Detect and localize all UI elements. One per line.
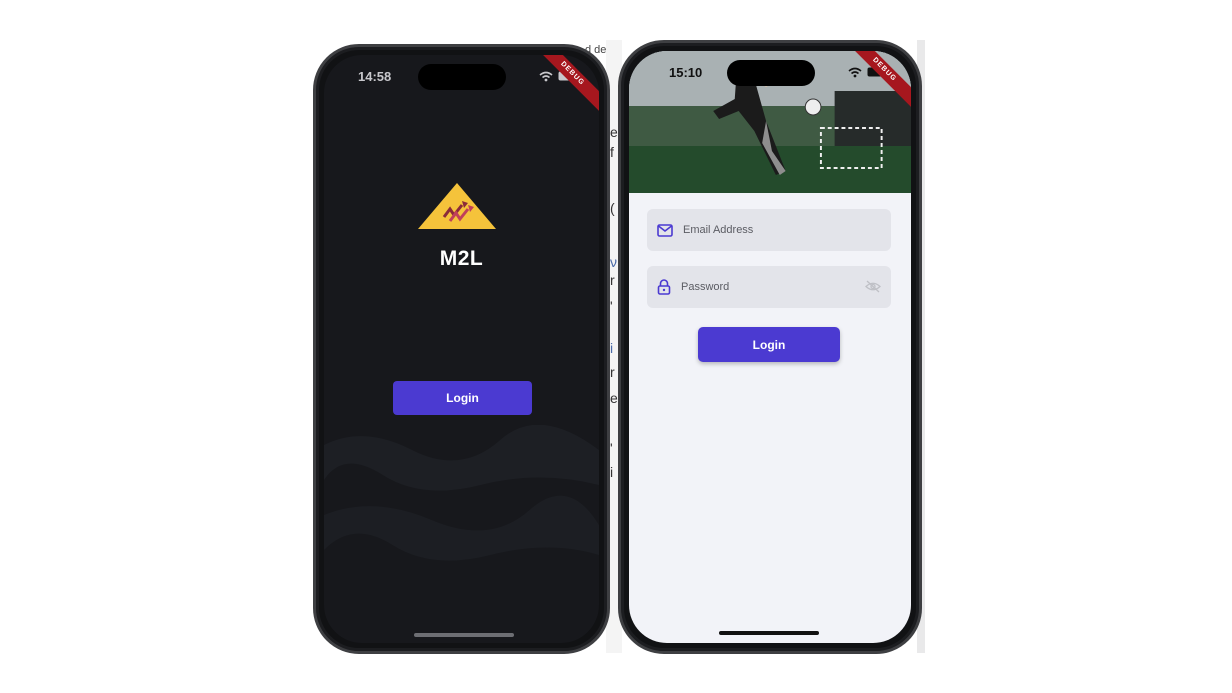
dynamic-island: [418, 64, 506, 90]
desktop-letter: i: [610, 464, 614, 480]
password-field[interactable]: [647, 266, 891, 308]
login-button[interactable]: Login: [698, 327, 840, 362]
desktop-letter: e: [610, 124, 618, 140]
desktop-letter: f: [610, 144, 614, 160]
desktop-letter: ': [610, 440, 613, 456]
wave-background: [324, 425, 599, 561]
eye-off-icon[interactable]: [865, 280, 881, 293]
desktop-letter: (: [610, 200, 615, 216]
status-time: 15:10: [669, 65, 703, 80]
m2l-logo: [418, 183, 496, 229]
mail-icon: [657, 223, 673, 237]
dynamic-island: [727, 60, 815, 86]
phone-frame-login: 15:10 DEBUG Email Address Login: [618, 40, 922, 654]
home-indicator: [414, 633, 514, 637]
login-screen: 15:10 DEBUG Email Address Login: [629, 51, 911, 643]
desktop-letter: ': [610, 298, 613, 314]
wifi-icon: [539, 71, 553, 82]
wifi-icon: [848, 67, 862, 78]
phone-frame-splash: 14:58 DEBUG M2L Login: [313, 44, 610, 654]
brand-title: M2L: [439, 247, 484, 270]
password-input[interactable]: [679, 280, 853, 294]
splash-screen: 14:58 DEBUG M2L Login: [324, 55, 599, 643]
status-time: 14:58: [358, 69, 392, 84]
login-button[interactable]: Login: [393, 381, 532, 415]
desktop-letter: r: [610, 272, 615, 288]
home-indicator: [719, 631, 819, 635]
email-input[interactable]: [681, 223, 855, 237]
desktop-letter: r: [610, 364, 615, 380]
email-field[interactable]: [647, 209, 891, 251]
desktop-letter: i: [610, 340, 614, 356]
debug-banner: DEBUG: [528, 55, 599, 118]
lock-icon: [657, 279, 671, 295]
desktop-letter: e: [610, 390, 618, 406]
desktop-letter: ν: [610, 254, 617, 270]
